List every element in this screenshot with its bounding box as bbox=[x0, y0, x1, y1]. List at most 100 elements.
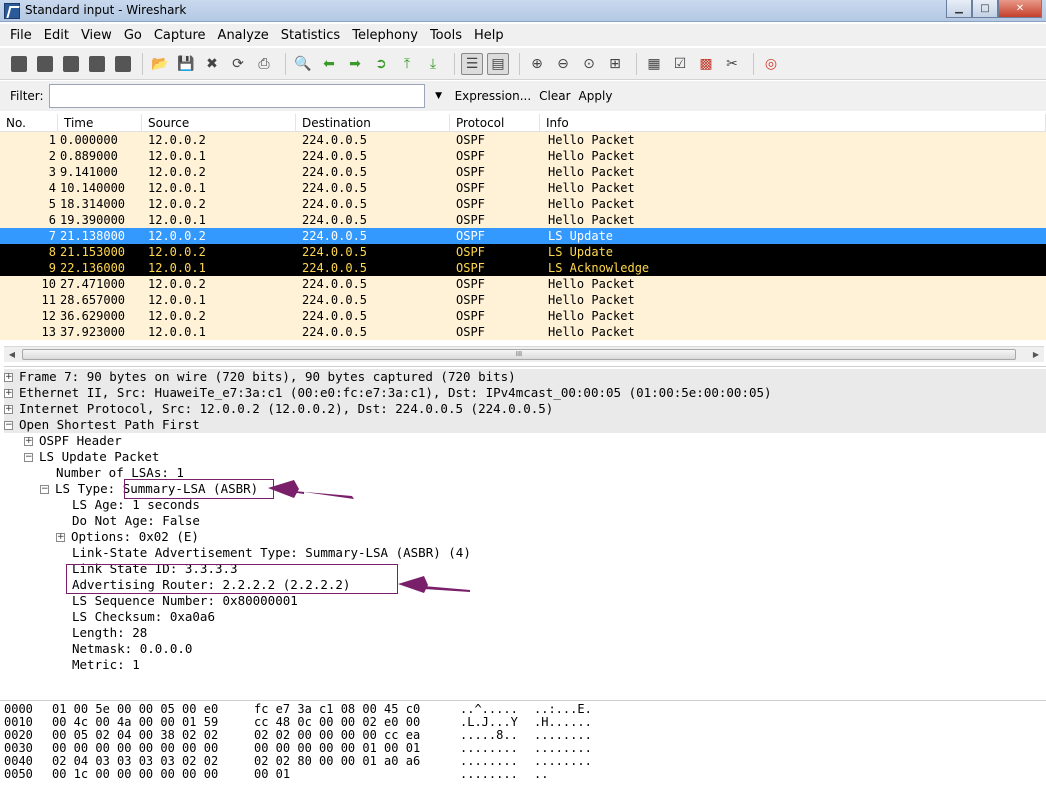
collapse-icon[interactable]: − bbox=[40, 485, 49, 494]
menu-edit[interactable]: Edit bbox=[38, 28, 75, 43]
help-icon[interactable]: ◎ bbox=[760, 53, 782, 75]
restart-capture-icon[interactable] bbox=[115, 55, 131, 72]
tree-ls-update[interactable]: − LS Update Packet bbox=[24, 449, 159, 465]
tree-ls-type[interactable]: − LS Type: Summary-LSA (ASBR) bbox=[40, 481, 258, 497]
packet-time: 18.314000 bbox=[60, 197, 126, 211]
tree-ls-update-label: LS Update Packet bbox=[39, 449, 160, 464]
scroll-right-icon[interactable]: ▶ bbox=[1030, 349, 1042, 361]
minimize-button[interactable]: ▁ bbox=[946, 0, 972, 18]
column-header-time[interactable]: Time bbox=[58, 114, 142, 132]
tree-frame[interactable]: + Frame 7: 90 bytes on wire (720 bits), 9… bbox=[4, 369, 1046, 385]
find-packet-icon[interactable]: 🔍 bbox=[292, 53, 314, 75]
menu-help[interactable]: Help bbox=[468, 28, 510, 43]
go-back-icon[interactable]: ⬅ bbox=[318, 53, 340, 75]
collapse-icon[interactable]: − bbox=[4, 421, 13, 430]
scrollbar-thumb[interactable]: III bbox=[22, 349, 1016, 360]
print-icon[interactable]: ⎙ bbox=[253, 53, 275, 75]
menu-go[interactable]: Go bbox=[118, 28, 148, 43]
column-header-source[interactable]: Source bbox=[142, 114, 296, 132]
packet-row[interactable]: 5 18.314000 12.0.0.2 224.0.0.5 OSPF Hello Pac… bbox=[0, 196, 1046, 212]
save-file-icon[interactable]: 💾 bbox=[175, 53, 197, 75]
tree-lsa-type[interactable]: Link-State Advertisement Type: Summary-L… bbox=[72, 545, 471, 561]
tree-num-lsas[interactable]: Number of LSAs: 1 bbox=[56, 465, 184, 481]
display-filters-icon[interactable]: ☑ bbox=[669, 53, 691, 75]
packet-row[interactable]: 4 10.140000 12.0.0.1 224.0.0.5 OSPF Hello Pac… bbox=[0, 180, 1046, 196]
zoom-out-icon[interactable]: ⊖ bbox=[552, 53, 574, 75]
packet-list-scrollbar[interactable]: ◀ III ▶ bbox=[4, 346, 1044, 362]
collapse-icon[interactable]: − bbox=[24, 453, 33, 462]
packet-row[interactable]: 12 36.629000 12.0.0.2 224.0.0.5 OSPF Hello Pa… bbox=[0, 308, 1046, 324]
coloring-rules-icon[interactable]: ▩ bbox=[695, 53, 717, 75]
tree-do-not-age[interactable]: Do Not Age: False bbox=[72, 513, 200, 529]
column-header-no[interactable]: No. bbox=[0, 114, 58, 132]
tree-link-state-id[interactable]: Link State ID: 3.3.3.3 bbox=[72, 561, 238, 577]
menu-analyze[interactable]: Analyze bbox=[212, 28, 275, 43]
zoom-in-icon[interactable]: ⊕ bbox=[526, 53, 548, 75]
go-first-icon[interactable]: ⤒ bbox=[396, 53, 418, 75]
reload-icon[interactable]: ⟳ bbox=[227, 53, 249, 75]
stop-capture-icon[interactable] bbox=[89, 55, 105, 72]
expand-icon[interactable]: + bbox=[56, 533, 65, 542]
preferences-icon[interactable]: ✂ bbox=[721, 53, 743, 75]
column-header-info[interactable]: Info bbox=[540, 114, 1046, 132]
menu-statistics[interactable]: Statistics bbox=[275, 28, 346, 43]
colorize-icon[interactable]: ☰ bbox=[461, 52, 483, 75]
menu-capture[interactable]: Capture bbox=[148, 28, 212, 43]
tree-ethernet[interactable]: + Ethernet II, Src: HuaweiTe_e7:3a:c1 (00… bbox=[4, 385, 1046, 401]
packet-row[interactable]: 3 9.141000 12.0.0.2 224.0.0.5 OSPF Hello Pack… bbox=[0, 164, 1046, 180]
packet-row[interactable]: 1 0.000000 12.0.0.2 224.0.0.5 OSPF Hello Pack… bbox=[0, 132, 1046, 148]
clear-button[interactable]: Clear bbox=[539, 89, 570, 103]
tree-ospf[interactable]: − Open Shortest Path First bbox=[4, 417, 1046, 433]
start-capture-icon[interactable] bbox=[63, 55, 79, 72]
expression-button[interactable]: Expression... bbox=[455, 89, 532, 103]
tree-options[interactable]: + Options: 0x02 (E) bbox=[56, 529, 199, 545]
capture-options-icon[interactable] bbox=[37, 55, 53, 72]
packet-row[interactable]: 7 21.138000 12.0.0.2 224.0.0.5 OSPF LS Update bbox=[0, 228, 1046, 244]
tree-ls-seq[interactable]: LS Sequence Number: 0x80000001 bbox=[72, 593, 298, 609]
auto-scroll-icon[interactable]: ▤ bbox=[487, 52, 509, 75]
tree-length[interactable]: Length: 28 bbox=[72, 625, 147, 641]
maximize-button[interactable]: □ bbox=[972, 0, 998, 18]
packet-row[interactable]: 2 0.889000 12.0.0.1 224.0.0.5 OSPF Hello Pack… bbox=[0, 148, 1046, 164]
expand-icon[interactable]: + bbox=[4, 373, 13, 382]
packet-row[interactable]: 11 28.657000 12.0.0.1 224.0.0.5 OSPF Hello Pa… bbox=[0, 292, 1046, 308]
open-file-icon[interactable]: 📂 bbox=[149, 53, 171, 75]
packet-destination: 224.0.0.5 bbox=[302, 277, 368, 291]
capture-filters-icon[interactable]: ▦ bbox=[643, 53, 665, 75]
main-toolbar: 📂 💾 ✖ ⟳ ⎙ 🔍 ⬅ ➡ ➲ ⤒ ⤓ ☰ ▤ ⊕ ⊖ ⊙ ⊞ ▦ ☑ ▩ … bbox=[0, 48, 1046, 80]
expand-icon[interactable]: + bbox=[4, 405, 13, 414]
scroll-left-icon[interactable]: ◀ bbox=[6, 349, 18, 361]
tree-metric[interactable]: Metric: 1 bbox=[72, 657, 140, 673]
packet-row[interactable]: 8 21.153000 12.0.0.2 224.0.0.5 OSPF LS Update bbox=[0, 244, 1046, 260]
hex-row[interactable]: 0050 00 1c 00 00 00 00 00 00 00 01........… bbox=[0, 768, 1046, 781]
go-forward-icon[interactable]: ➡ bbox=[344, 53, 366, 75]
packet-row[interactable]: 6 19.390000 12.0.0.1 224.0.0.5 OSPF Hello Pac… bbox=[0, 212, 1046, 228]
apply-button[interactable]: Apply bbox=[579, 89, 613, 103]
interfaces-icon[interactable] bbox=[11, 55, 27, 72]
tree-ls-age[interactable]: LS Age: 1 seconds bbox=[72, 497, 200, 513]
expand-icon[interactable]: + bbox=[4, 389, 13, 398]
close-button[interactable]: ✕ bbox=[998, 0, 1042, 18]
filter-input[interactable] bbox=[48, 84, 425, 108]
go-last-icon[interactable]: ⤓ bbox=[422, 53, 444, 75]
tree-netmask[interactable]: Netmask: 0.0.0.0 bbox=[72, 641, 192, 657]
resize-columns-icon[interactable]: ⊞ bbox=[604, 53, 626, 75]
filter-dropdown-icon[interactable]: ▼ bbox=[431, 91, 447, 101]
tree-ospf-header[interactable]: + OSPF Header bbox=[24, 433, 122, 449]
go-to-packet-icon[interactable]: ➲ bbox=[370, 53, 392, 75]
packet-row[interactable]: 9 22.136000 12.0.0.1 224.0.0.5 OSPF LS Acknow… bbox=[0, 260, 1046, 276]
close-file-icon[interactable]: ✖ bbox=[201, 53, 223, 75]
tree-advertising-router[interactable]: Advertising Router: 2.2.2.2 (2.2.2.2) bbox=[72, 577, 350, 593]
column-header-protocol[interactable]: Protocol bbox=[450, 114, 540, 132]
menu-file[interactable]: File bbox=[4, 28, 38, 43]
menu-view[interactable]: View bbox=[75, 28, 118, 43]
menu-telephony[interactable]: Telephony bbox=[346, 28, 424, 43]
tree-ip[interactable]: + Internet Protocol, Src: 12.0.0.2 (12.0.… bbox=[4, 401, 1046, 417]
column-header-destination[interactable]: Destination bbox=[296, 114, 450, 132]
packet-row[interactable]: 10 27.471000 12.0.0.2 224.0.0.5 OSPF Hello Pa… bbox=[0, 276, 1046, 292]
normal-size-icon[interactable]: ⊙ bbox=[578, 53, 600, 75]
expand-icon[interactable]: + bbox=[24, 437, 33, 446]
tree-ls-checksum[interactable]: LS Checksum: 0xa0a6 bbox=[72, 609, 215, 625]
menu-tools[interactable]: Tools bbox=[424, 28, 468, 43]
packet-row[interactable]: 13 37.923000 12.0.0.1 224.0.0.5 OSPF Hello Pa… bbox=[0, 324, 1046, 340]
